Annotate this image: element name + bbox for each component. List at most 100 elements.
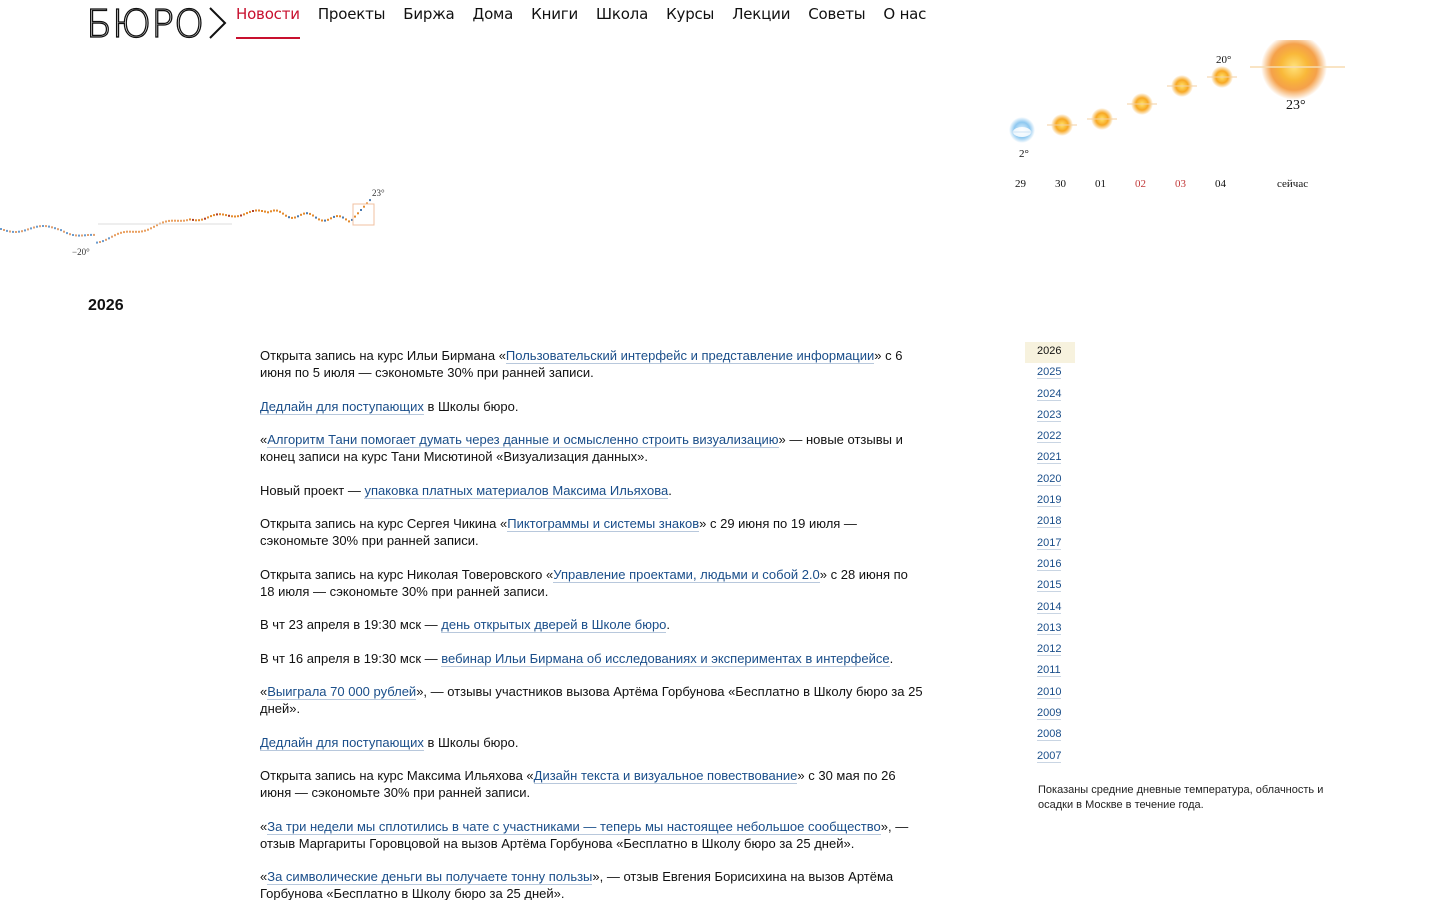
news-item-link[interactable]: За три недели мы сплотились в чате с уча… <box>267 818 881 835</box>
temperature-dot <box>36 225 38 228</box>
year-link[interactable]: 2025 <box>1037 366 1062 380</box>
year-link[interactable]: 2009 <box>1037 707 1062 721</box>
temperature-dot <box>48 225 50 228</box>
news-item-link[interactable]: За символические деньги вы получаете тон… <box>267 869 593 885</box>
nav-item-projects[interactable]: Проекты <box>318 4 386 39</box>
temperature-dot <box>342 216 344 219</box>
year-item: 2019 <box>1025 491 1075 512</box>
year-link[interactable]: 2024 <box>1037 387 1062 401</box>
news-item: «Выиграла 70 000 рублей», — отзывы участ… <box>260 683 925 717</box>
nav-item-houses[interactable]: Дома <box>473 4 514 39</box>
temperature-dot <box>177 219 179 222</box>
nav-item-news[interactable]: Новости <box>236 4 300 39</box>
sun-icon <box>1167 75 1197 97</box>
news-item: Дедлайн для поступающих в Школы бюро. <box>260 734 925 751</box>
logo[interactable]: БЮРО <box>86 4 228 42</box>
news-item-link[interactable]: вебинар Ильи Бирмана об исследованиях и … <box>441 650 890 667</box>
news-item-link[interactable]: день открытых дверей в Школе бюро <box>441 617 667 633</box>
news-item-link[interactable]: Дизайн текста и визуальное повествование <box>533 768 798 784</box>
temperature-dot <box>27 228 29 231</box>
nav-item-advice[interactable]: Советы <box>808 4 865 39</box>
nav-item-about[interactable]: О нас <box>883 4 926 39</box>
temperature-dot <box>132 230 134 233</box>
year-link[interactable]: 2014 <box>1037 600 1062 614</box>
nav-item-lectures[interactable]: Лекции <box>732 4 790 39</box>
year-link[interactable]: 2017 <box>1037 536 1062 550</box>
news-item-link[interactable]: Дедлайн для поступающих <box>260 398 424 415</box>
news-item: «Алгоритм Тани помогает думать через дан… <box>260 431 925 465</box>
temperature-dot <box>15 231 17 233</box>
news-item: Открыта запись на курс Максима Ильяхова … <box>260 767 925 801</box>
nav-item-courses[interactable]: Курсы <box>666 4 714 39</box>
weather-icons <box>1009 40 1345 143</box>
temperature-dot <box>294 216 296 219</box>
temperature-dot <box>198 219 200 222</box>
year-link[interactable]: 2018 <box>1037 515 1062 529</box>
year-link[interactable]: 2019 <box>1037 494 1062 508</box>
year-link[interactable]: 2011 <box>1037 664 1061 678</box>
temperature-dot <box>66 232 68 235</box>
temperature-dot <box>102 240 104 243</box>
nav-item-exchange[interactable]: Биржа <box>403 4 454 39</box>
news-item-link[interactable]: Выиграла 70 000 рублей <box>267 684 417 700</box>
day-label: 29 <box>1015 178 1026 190</box>
temperature-dot <box>123 231 125 234</box>
year-link[interactable]: 2023 <box>1037 408 1062 422</box>
temperature-dot <box>333 215 335 218</box>
year-link[interactable]: 2015 <box>1037 579 1062 593</box>
year-link[interactable]: 2007 <box>1037 749 1062 763</box>
news-item-text: . <box>666 617 671 632</box>
year-temperature-chart: 23° −20° <box>0 188 385 257</box>
news-item-link[interactable]: Алгоритм Тани помогает думать через данн… <box>267 432 779 448</box>
year-link[interactable]: 2016 <box>1037 557 1062 571</box>
chart-min-label: −20° <box>72 247 90 257</box>
temperature-dot <box>363 205 365 208</box>
news-list: Открыта запись на курс Ильи Бирмана «Пол… <box>260 347 925 900</box>
year-link[interactable]: 2013 <box>1037 621 1062 635</box>
year-item: 2012 <box>1025 640 1075 661</box>
temperature-dot <box>96 241 98 244</box>
temperature-dot <box>60 229 62 232</box>
year-link[interactable]: 2021 <box>1037 451 1062 465</box>
temperature-dot <box>192 218 194 221</box>
year-link[interactable]: 2012 <box>1037 643 1062 657</box>
temperature-dot <box>345 218 347 221</box>
temperature-dot <box>309 212 311 215</box>
year-item: 2008 <box>1025 725 1075 746</box>
logo-text: БЮРО <box>86 4 204 42</box>
temperature-dot <box>69 233 71 236</box>
temperature-dot <box>276 209 278 212</box>
temperature-dot <box>291 216 293 219</box>
temperature-dot <box>312 214 314 217</box>
temperature-dot <box>369 199 371 202</box>
news-item-link[interactable]: Пользовательский интерфейс и представлен… <box>505 348 875 364</box>
temperature-dot <box>108 237 110 240</box>
temperature-dot <box>72 234 74 236</box>
temperature-dot <box>315 216 317 219</box>
temperature-dot <box>0 228 2 230</box>
year-link[interactable]: 2008 <box>1037 728 1062 742</box>
temperature-dot <box>120 231 122 234</box>
day-04-temp: 20° <box>1216 54 1232 66</box>
year-link[interactable]: 2022 <box>1037 430 1062 444</box>
temperature-dot <box>63 230 65 233</box>
day-label-weekend: 03 <box>1175 178 1186 190</box>
temperature-dot <box>246 212 248 215</box>
temperature-dot <box>111 235 113 238</box>
temperature-dot <box>183 219 185 222</box>
temperature-dot <box>264 210 266 213</box>
news-item-link[interactable]: Управление проектами, людьми и собой 2.0 <box>553 566 820 583</box>
temperature-dot <box>213 214 215 217</box>
news-item-link[interactable]: Дедлайн для поступающих <box>260 734 424 751</box>
year-link[interactable]: 2010 <box>1037 685 1062 699</box>
news-item-link[interactable]: Пиктограммы и системы знаков <box>507 516 700 532</box>
news-item-link[interactable]: упаковка платных материалов Максима Илья… <box>364 482 669 499</box>
chart-max-label: 23° <box>372 188 385 198</box>
temperature-dot <box>42 225 44 227</box>
temperature-dot <box>300 213 302 216</box>
nav-item-books[interactable]: Книги <box>531 4 578 39</box>
nav-item-school[interactable]: Школа <box>596 4 648 39</box>
temperature-dot <box>249 210 251 213</box>
year-link[interactable]: 2020 <box>1037 472 1062 486</box>
year-item: 2017 <box>1025 534 1075 555</box>
